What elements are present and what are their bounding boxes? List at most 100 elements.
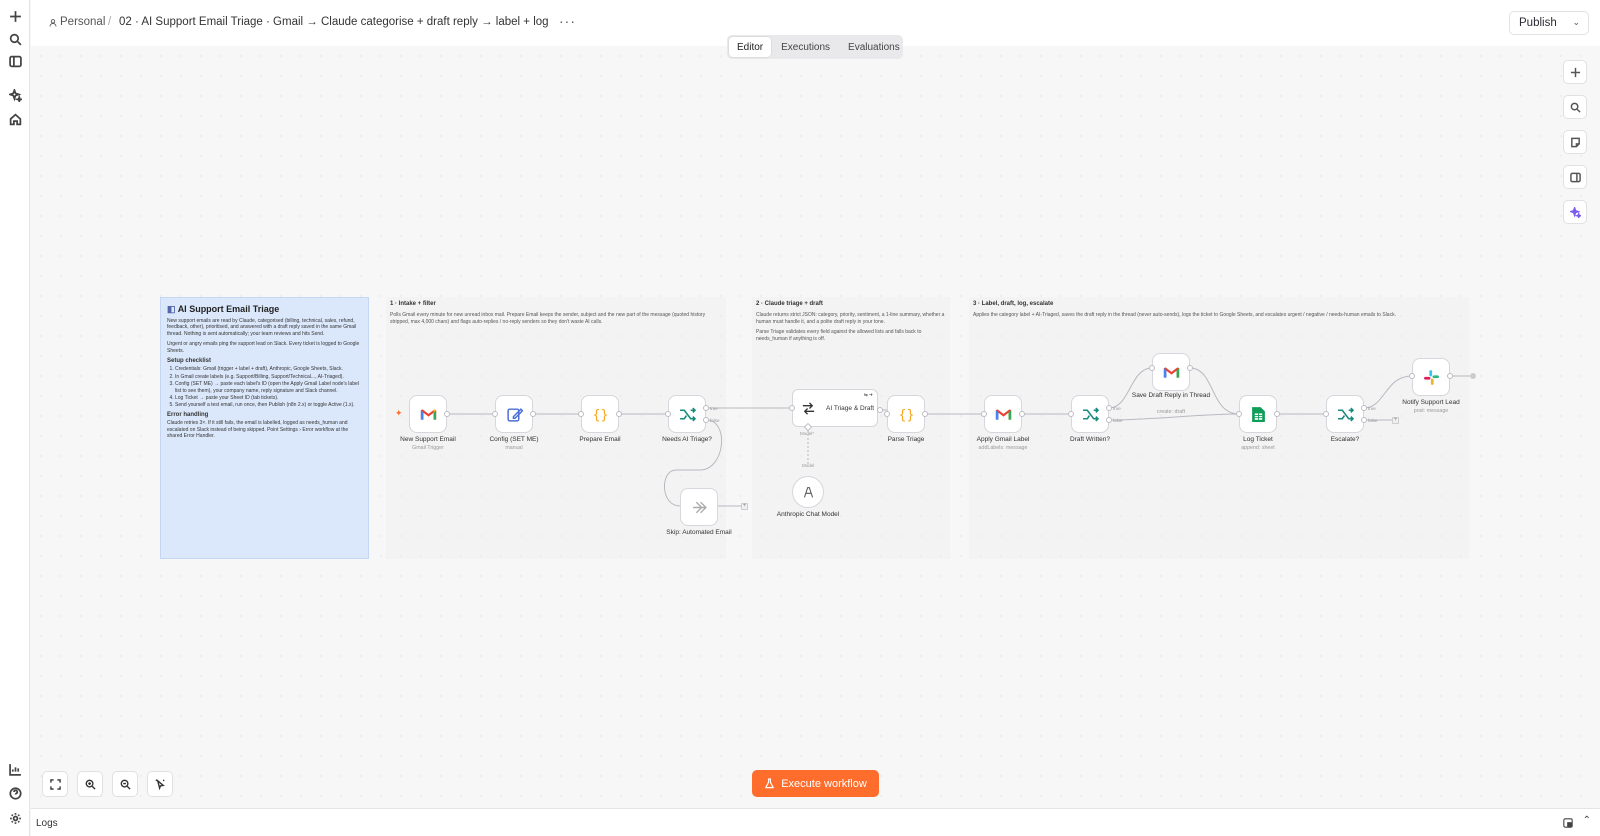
tab-executions[interactable]: Executions	[773, 37, 838, 57]
tab-editor[interactable]: Editor	[729, 37, 772, 57]
setup-item: Log Ticket → paste your Sheet ID (tab ti…	[175, 395, 362, 401]
node-label: Anthropic Chat Model	[776, 511, 840, 518]
node-new-support-email[interactable]	[409, 395, 447, 433]
workflow-name[interactable]: 02 · AI Support Email Triage · Gmail → C…	[119, 16, 549, 28]
node-save-draft[interactable]	[1152, 353, 1190, 391]
setup-item: Config (SET ME) → paste each label's ID …	[175, 381, 362, 394]
node-skip-automated[interactable]	[680, 488, 718, 526]
slack-icon	[1423, 369, 1439, 385]
output-port-true[interactable]	[1361, 405, 1367, 411]
svg-text:{}: {}	[898, 408, 914, 423]
search-nodes-button[interactable]	[1563, 95, 1587, 119]
gmail-icon	[1163, 366, 1179, 378]
output-port[interactable]	[1187, 365, 1193, 371]
node-prepare-email[interactable]: {}	[581, 395, 619, 433]
tidy-up-button[interactable]	[147, 771, 173, 797]
zoom-in-button[interactable]	[77, 771, 103, 797]
breadcrumb-project[interactable]: Personal	[60, 16, 105, 28]
node-draft-written[interactable]	[1071, 395, 1109, 433]
output-port[interactable]	[877, 407, 883, 413]
setup-item: In Gmail create labels (e.g. Support/Bil…	[175, 374, 362, 380]
output-port[interactable]	[1019, 411, 1025, 417]
more-options-button[interactable]: ···	[559, 13, 576, 29]
add-node-button[interactable]	[1563, 60, 1587, 84]
node-label: Needs AI Triage?	[662, 436, 712, 443]
model-port-label: Model	[802, 463, 815, 468]
help-icon[interactable]	[6, 784, 24, 802]
input-port[interactable]	[1409, 373, 1415, 379]
node-apply-gmail-label[interactable]	[984, 395, 1022, 433]
tab-evaluations[interactable]: Evaluations	[840, 37, 908, 57]
fit-view-button[interactable]	[42, 771, 68, 797]
chevron-up-icon[interactable]: ⌃	[1583, 815, 1591, 826]
ai-assistant-button[interactable]	[1563, 200, 1587, 224]
section-desc: Polls Gmail every minute for new unread …	[390, 312, 706, 325]
input-port[interactable]	[1236, 411, 1242, 417]
node-log-ticket[interactable]	[1239, 395, 1277, 433]
node-parse-triage[interactable]: {}	[887, 395, 925, 433]
robot-icon: ◧	[167, 304, 176, 314]
edit-icon	[506, 407, 523, 422]
input-port[interactable]	[981, 411, 987, 417]
node-notify-support-lead[interactable]	[1412, 358, 1450, 396]
output-port[interactable]	[530, 411, 536, 417]
home-icon[interactable]	[6, 110, 24, 128]
true-branch-label: true	[1368, 406, 1376, 411]
node-sub: create: draft	[1156, 409, 1186, 415]
chevron-down-icon[interactable]: ⌄	[1572, 17, 1580, 28]
node-config[interactable]	[495, 395, 533, 433]
output-port[interactable]	[444, 411, 450, 417]
node-anthropic-model[interactable]	[792, 476, 824, 508]
node-sub: post: message	[1413, 408, 1449, 414]
output-port-false[interactable]	[1361, 417, 1367, 423]
add-connection-button[interactable]: +	[1392, 417, 1399, 424]
node-label: Apply Gmail Label	[976, 436, 1030, 443]
output-port-true[interactable]	[703, 405, 709, 411]
input-port[interactable]	[665, 411, 671, 417]
node-label: Escalate?	[1330, 436, 1360, 443]
section-label-log[interactable]: 3 · Label, draft, log, escalate Applies …	[969, 297, 1469, 559]
execute-workflow-button[interactable]: Execute workflow	[752, 770, 879, 797]
input-port[interactable]	[1149, 365, 1155, 371]
output-port[interactable]	[616, 411, 622, 417]
input-port[interactable]	[578, 411, 584, 417]
input-port[interactable]	[492, 411, 498, 417]
logs-bar[interactable]: Logs ⌃	[31, 808, 1600, 836]
flask-icon	[765, 778, 775, 789]
toggle-panel-button[interactable]	[1563, 165, 1587, 189]
panel-icon[interactable]	[6, 52, 24, 70]
section-desc-2: Parse Triage validates every field again…	[756, 329, 922, 342]
breadcrumb-separator: /	[108, 16, 112, 28]
input-port[interactable]	[884, 411, 890, 417]
popout-icon[interactable]	[1563, 818, 1573, 828]
node-sub: manual	[505, 445, 523, 451]
section-title: 2 · Claude triage + draft	[756, 301, 823, 307]
add-connection-button[interactable]: +	[741, 503, 748, 510]
sparkle-icon[interactable]	[6, 86, 24, 104]
output-port[interactable]	[1447, 373, 1453, 379]
plus-icon[interactable]	[6, 7, 24, 25]
output-port-false[interactable]	[1106, 417, 1112, 423]
if-branch-icon	[679, 407, 696, 421]
publish-button[interactable]: Publish ⌄	[1509, 11, 1589, 35]
trigger-bolt-icon: ✦	[395, 408, 403, 418]
node-needs-ai-triage[interactable]	[668, 395, 706, 433]
sticky-note[interactable]: ◧ AI Support Email Triage New support em…	[160, 297, 369, 559]
input-port[interactable]	[1323, 411, 1329, 417]
zoom-out-button[interactable]	[112, 771, 138, 797]
false-branch-label: false	[1113, 418, 1123, 423]
if-branch-icon	[1337, 407, 1354, 421]
output-port-true[interactable]	[1106, 405, 1112, 411]
input-port[interactable]	[1068, 411, 1074, 417]
output-port[interactable]	[1274, 411, 1280, 417]
if-branch-icon	[1082, 407, 1099, 421]
output-port-false[interactable]	[703, 417, 709, 423]
add-connection-button[interactable]	[1470, 373, 1476, 379]
input-port[interactable]	[789, 405, 795, 411]
output-port[interactable]	[922, 411, 928, 417]
chart-icon[interactable]	[6, 760, 24, 778]
settings-icon[interactable]	[6, 809, 24, 827]
sticky-note-button[interactable]	[1563, 130, 1587, 154]
search-icon[interactable]	[6, 30, 24, 48]
node-escalate[interactable]	[1326, 395, 1364, 433]
